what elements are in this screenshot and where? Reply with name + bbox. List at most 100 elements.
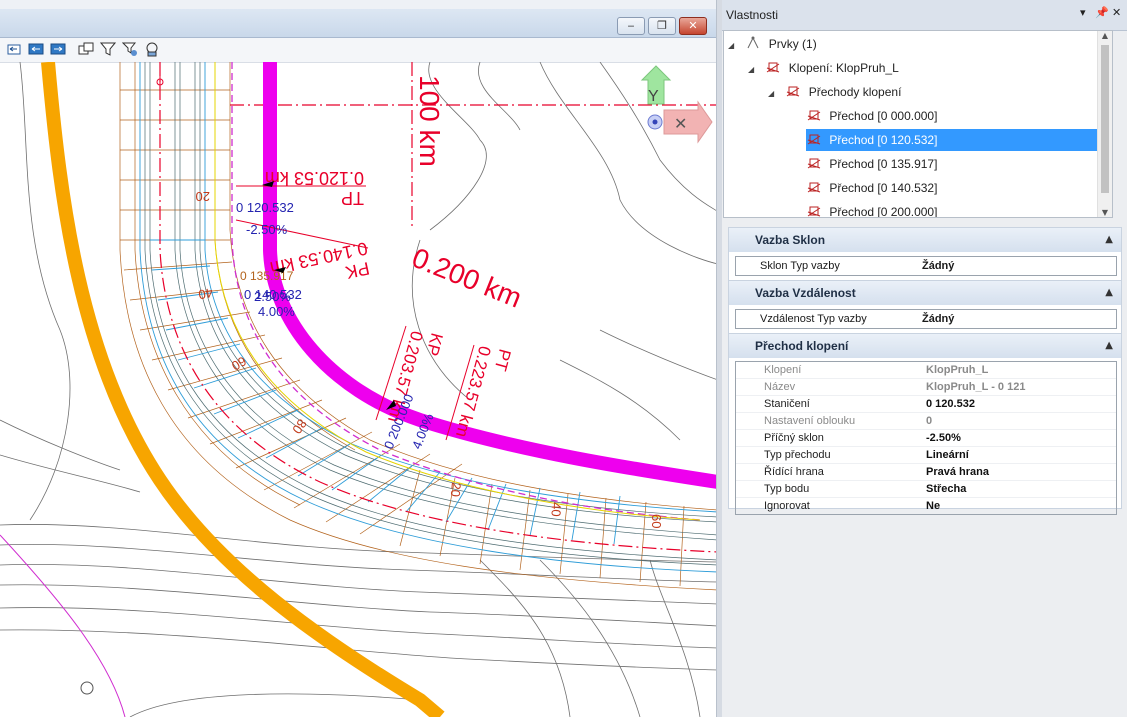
section-title: Přechod klopení xyxy=(755,339,849,353)
collapse-icon[interactable]: ▲ xyxy=(1105,228,1113,252)
property-row[interactable]: Ignorovat Ne xyxy=(736,498,1116,514)
view-toolbar xyxy=(0,38,718,63)
x-axis-arrow[interactable] xyxy=(663,100,713,144)
tp-label: TP xyxy=(341,188,364,208)
transition-icon xyxy=(807,134,821,145)
elements-icon xyxy=(747,36,759,49)
property-row[interactable]: Řídící hrana Pravá hrana xyxy=(736,464,1116,481)
property-key: Staničení xyxy=(764,398,810,410)
property-value: KlopPruh_L xyxy=(926,364,989,376)
property-key: Název xyxy=(764,381,796,393)
property-value: KlopPruh_L - 0 121 xyxy=(926,381,1026,393)
slope-140a-label: 2.50% xyxy=(254,289,291,304)
section-header[interactable]: Vazba Vzdálenost ▲ xyxy=(729,281,1121,305)
collapse-icon[interactable]: ▲ xyxy=(1105,281,1113,305)
sta-135-label: 0 135.917 xyxy=(240,269,294,283)
element-tree[interactable]: ◢ Prvky (1) ◢ Klopení: KlopPruh_L ◢ Přec… xyxy=(723,30,1113,218)
tree-node-label: Přechod [0 200.000] xyxy=(829,205,938,218)
view-navigator[interactable]: Y ✕ xyxy=(640,65,713,144)
section-vazba-vzdalenost: Vazba Vzdálenost ▲ Vzdálenost Typ vazby … xyxy=(728,280,1122,334)
section-title: Vazba Vzdálenost xyxy=(755,286,856,300)
property-row[interactable]: Staničení 0 120.532 xyxy=(736,396,1116,413)
view-center-dot xyxy=(652,119,658,125)
select-filter-icon[interactable] xyxy=(122,41,138,57)
transition-icon xyxy=(807,110,821,121)
superelevation-icon xyxy=(767,62,780,73)
tp-station-label: 0.120.53 km xyxy=(265,168,364,188)
tree-node-klopeni[interactable]: ◢ Klopení: KlopPruh_L xyxy=(748,57,1098,79)
property-row[interactable]: Typ přechodu Lineární xyxy=(736,447,1116,464)
tree-node-prechod-0[interactable]: Přechod [0 000.000] xyxy=(806,105,1106,127)
expand-arrow-icon[interactable]: ◢ xyxy=(768,83,782,105)
view-back-icon[interactable] xyxy=(28,41,44,57)
property-key: Sklon Typ vazby xyxy=(760,260,840,272)
cad-viewport[interactable]: ‒ ❐ ✕ 20 40 60 80 20 40 60 100 km 0.200 … xyxy=(0,0,718,717)
property-row[interactable]: Vzdálenost Typ vazby Žádný xyxy=(735,309,1117,329)
transition-icon xyxy=(807,158,821,169)
restore-icon: ❐ xyxy=(657,19,667,32)
property-row[interactable]: Příčný sklon -2.50% xyxy=(736,430,1116,447)
tick-40b: 40 xyxy=(548,502,563,517)
tree-node-prechody[interactable]: ◢ Přechody klopení xyxy=(768,81,1098,103)
tree-node-label: Klopení: KlopPruh_L xyxy=(788,61,899,75)
property-value[interactable]: 0 120.532 xyxy=(926,396,975,412)
section-header[interactable]: Přechod klopení ▲ xyxy=(729,334,1121,358)
restore-button[interactable]: ❐ xyxy=(648,17,676,35)
transition-icon xyxy=(807,182,821,193)
property-value[interactable]: Žádný xyxy=(922,257,954,275)
copy-view-icon[interactable] xyxy=(78,41,94,57)
tick-20a: 20 xyxy=(196,189,210,204)
tree-node-label: Přechod [0 140.532] xyxy=(829,181,938,195)
tree-node-label: Přechody klopení xyxy=(808,85,902,99)
drawing-canvas[interactable]: 20 40 60 80 20 40 60 100 km 0.200 km TP … xyxy=(0,62,718,717)
transition-icon xyxy=(807,206,821,217)
survey-point xyxy=(80,681,94,695)
panel-dropdown-icon[interactable]: ▾ xyxy=(1080,6,1086,19)
section-header[interactable]: Vazba Sklon ▲ xyxy=(729,228,1121,252)
property-value[interactable]: Žádný xyxy=(922,310,954,328)
close-icon: ✕ xyxy=(688,19,698,32)
filter-icon[interactable] xyxy=(100,41,116,57)
scroll-up-icon[interactable]: ▲ xyxy=(1098,31,1112,40)
panel-titlebar: Vlastnosti ▾ 📌 ✕ xyxy=(722,0,1127,31)
x-axis-label: ✕ xyxy=(674,114,687,133)
property-key: Řídící hrana xyxy=(764,466,824,478)
tree-scrollbar[interactable]: ▲ ▼ xyxy=(1097,31,1112,217)
property-key: Typ přechodu xyxy=(764,449,831,461)
tree-node-prechod-135[interactable]: Přechod [0 135.917] xyxy=(806,153,1106,175)
minimize-icon: ‒ xyxy=(627,19,635,32)
slope-120-label: -2.50% xyxy=(246,222,288,237)
property-value[interactable]: Ne xyxy=(926,498,940,514)
expand-arrow-icon[interactable]: ◢ xyxy=(728,35,742,57)
view-previous-icon[interactable] xyxy=(6,41,22,57)
property-key: Klopení xyxy=(764,364,802,376)
pin-icon[interactable]: 📌 xyxy=(1095,6,1109,19)
tree-node-prvky[interactable]: ◢ Prvky (1) xyxy=(728,33,1098,55)
property-value[interactable]: Lineární xyxy=(926,447,969,463)
y-axis-label: Y xyxy=(648,88,659,105)
slope-140b-label: 4.00% xyxy=(258,304,295,319)
collapse-icon[interactable]: ▲ xyxy=(1105,334,1113,358)
property-value[interactable]: Pravá hrana xyxy=(926,464,989,480)
panel-close-icon[interactable]: ✕ xyxy=(1112,6,1121,19)
minimize-button[interactable]: ‒ xyxy=(617,17,645,35)
station-label-100: 100 km xyxy=(414,75,445,167)
select-all-icon[interactable] xyxy=(144,41,160,57)
close-button[interactable]: ✕ xyxy=(679,17,707,35)
station-label-200: 0.200 km xyxy=(408,242,526,314)
tree-node-prechod-120[interactable]: Přechod [0 120.532] xyxy=(806,129,1106,151)
property-row[interactable]: Sklon Typ vazby Žádný xyxy=(735,256,1117,276)
property-value[interactable]: -2.50% xyxy=(926,430,961,446)
scroll-thumb[interactable] xyxy=(1101,45,1109,193)
panel-title: Vlastnosti xyxy=(726,8,779,22)
expand-arrow-icon[interactable]: ◢ xyxy=(748,59,762,81)
scroll-down-icon[interactable]: ▼ xyxy=(1098,208,1112,217)
sta-120-label: 0 120.532 xyxy=(236,200,294,215)
tree-node-prechod-200[interactable]: Přechod [0 200.000] xyxy=(806,201,1106,218)
property-value[interactable]: Střecha xyxy=(926,481,966,497)
property-row: Název KlopPruh_L - 0 121 xyxy=(736,379,1116,396)
tree-node-prechod-140[interactable]: Přechod [0 140.532] xyxy=(806,177,1106,199)
property-value: 0 xyxy=(926,415,933,427)
property-row[interactable]: Typ bodu Střecha xyxy=(736,481,1116,498)
view-forward-icon[interactable] xyxy=(50,41,66,57)
